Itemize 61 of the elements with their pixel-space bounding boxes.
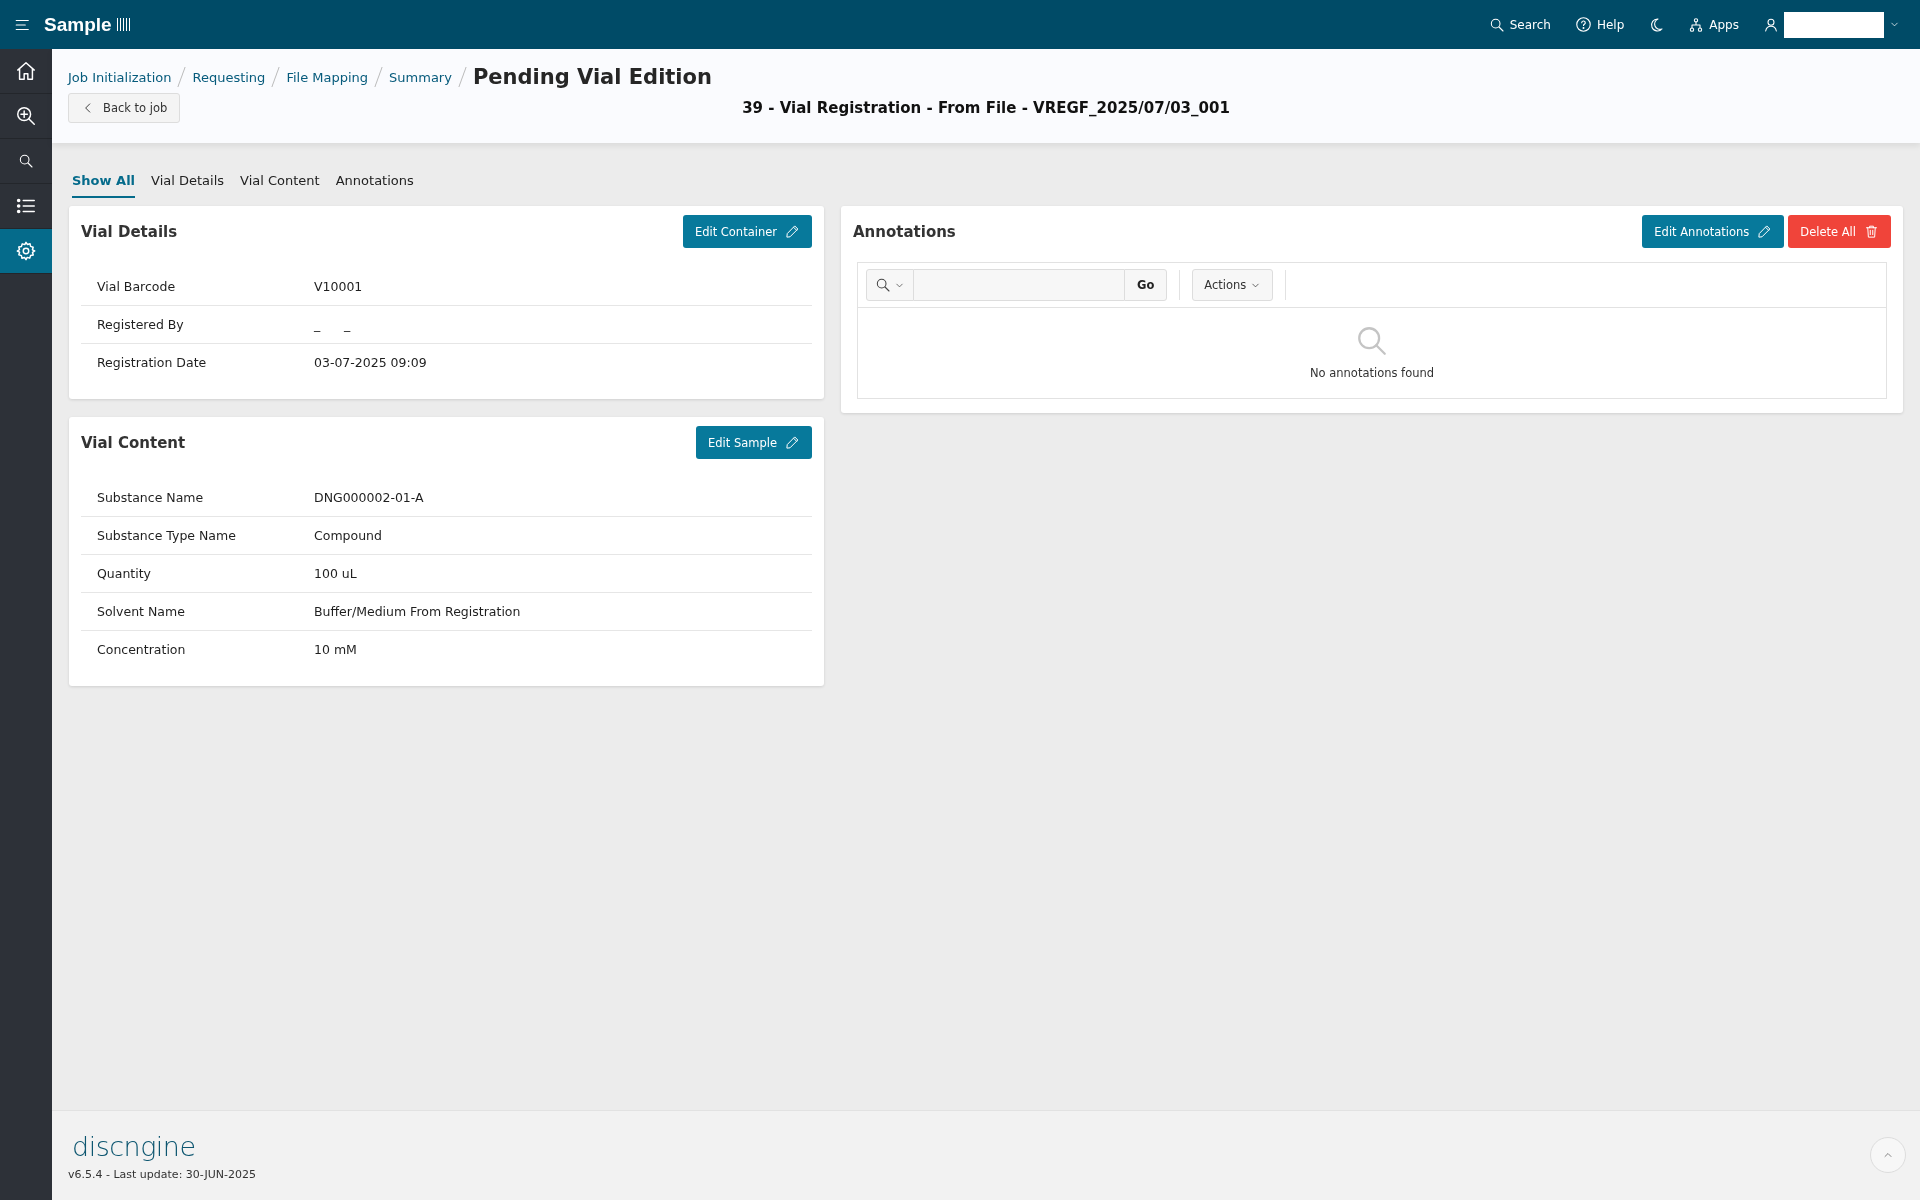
- field-value: V10001: [314, 279, 364, 294]
- go-button[interactable]: Go: [1124, 269, 1168, 301]
- field-value: 100 uL: [314, 566, 358, 581]
- breadcrumb-link[interactable]: Summary: [389, 69, 452, 85]
- field-value: 03-07-2025 09:09: [314, 355, 428, 370]
- field-value: Compound: [314, 528, 383, 543]
- tab[interactable]: Annotations: [335, 169, 414, 198]
- user-icon: [1763, 16, 1779, 33]
- search-button[interactable]: Search: [1482, 16, 1557, 33]
- help-button[interactable]: Help: [1568, 16, 1631, 33]
- version-text: v6.5.4 - Last update: 30-JUN-2025: [68, 1167, 256, 1181]
- panel-title: Vial Content: [81, 433, 186, 452]
- trash-icon: [1864, 224, 1879, 239]
- field-label: Quantity: [97, 566, 153, 581]
- breadcrumb-link[interactable]: Requesting: [192, 69, 266, 85]
- breadcrumb-link[interactable]: File Mapping: [286, 69, 369, 85]
- field-label: Solvent Name: [97, 604, 186, 619]
- tab[interactable]: Vial Content: [240, 169, 320, 198]
- pencil-icon: [785, 435, 800, 450]
- search-field[interactable]: [914, 269, 1124, 301]
- home-icon: [15, 60, 37, 82]
- breadcrumb-link[interactable]: Job Initialization: [68, 69, 172, 85]
- delete-all-button[interactable]: Delete All: [1788, 215, 1891, 248]
- page-title: Pending Vial Edition: [472, 65, 712, 89]
- search-icon: [18, 153, 34, 169]
- company-logo: discngine: [71, 1130, 197, 1162]
- edit-annotations-button[interactable]: Edit Annotations: [1642, 215, 1785, 248]
- field-value: DNG000002-01-A: [314, 490, 425, 505]
- app-logo[interactable]: Sample: [44, 13, 131, 36]
- job-title: 39 - Vial Registration - From File - VREGF_2025/07/03_001: [742, 99, 1230, 117]
- gear-icon: [15, 240, 37, 262]
- search-icon: [1355, 324, 1389, 358]
- field-label: Substance Name: [97, 490, 205, 505]
- field-value: _ _: [314, 317, 352, 332]
- back-button[interactable]: Back to job: [68, 93, 181, 123]
- barcode-icon: [116, 18, 131, 31]
- help-icon: [1574, 16, 1592, 33]
- empty-message: No annotations found: [1309, 366, 1435, 380]
- search-icon: [1488, 16, 1505, 33]
- hierarchy-icon: [1688, 16, 1705, 33]
- tab[interactable]: Show All: [72, 169, 136, 198]
- actions-button[interactable]: Actions: [1192, 269, 1274, 301]
- field-label: Substance Type Name: [97, 528, 237, 543]
- panel-title: Vial Details: [81, 222, 178, 241]
- edit-sample-button[interactable]: Edit Sample: [695, 426, 812, 459]
- field-value: Buffer/Medium From Registration: [314, 604, 522, 619]
- apps-button[interactable]: Apps: [1682, 16, 1745, 33]
- search-icon: [875, 277, 891, 293]
- tab[interactable]: Vial Details: [151, 169, 225, 198]
- field-label: Registered By: [97, 317, 185, 332]
- field-label: Vial Barcode: [97, 279, 177, 294]
- field-value: 10 mM: [314, 642, 358, 657]
- edit-container-button[interactable]: Edit Container: [682, 215, 812, 248]
- field-label: Concentration: [97, 642, 187, 657]
- field-label: Registration Date: [97, 355, 208, 370]
- pencil-icon: [785, 224, 800, 239]
- panel-title: Annotations: [853, 222, 956, 241]
- nav-item[interactable]: [0, 229, 52, 274]
- pencil-icon: [1757, 224, 1773, 239]
- moon-icon: [1648, 16, 1665, 33]
- zoom-in-icon: [15, 105, 37, 127]
